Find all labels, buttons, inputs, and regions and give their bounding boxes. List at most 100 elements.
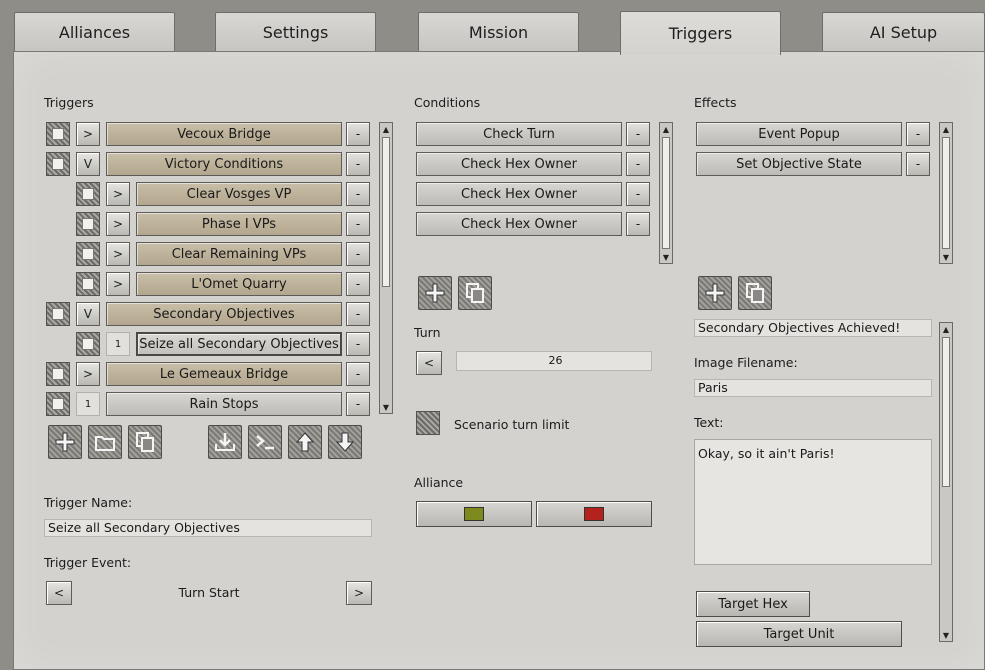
trigger-remove-button[interactable]: - [346,362,370,386]
trigger-checkbox[interactable] [76,182,100,206]
trigger-expand-button[interactable]: > [106,242,130,266]
trigger-row[interactable]: Rain Stops [106,392,342,416]
trigger-checkbox[interactable] [76,272,100,296]
scroll-up-icon[interactable]: ▲ [380,123,392,135]
condition-remove-button[interactable]: - [626,152,650,176]
effects-title: Effects [694,95,737,110]
copy-trigger-button[interactable] [128,425,162,459]
turn-value-input[interactable]: 26 [456,351,652,371]
add-folder-button[interactable] [88,425,122,459]
trigger-remove-button[interactable]: - [346,122,370,146]
effect-row[interactable]: Set Objective State [696,152,902,176]
scroll-up-icon[interactable]: ▲ [940,123,952,135]
trigger-row[interactable]: Phase I VPs [136,212,342,236]
trigger-expand-button[interactable]: > [76,362,100,386]
trigger-collapse-button[interactable]: V [76,152,100,176]
scrollbar-thumb[interactable] [382,137,390,287]
trigger-remove-button[interactable]: - [346,302,370,326]
effect-title-input[interactable]: Secondary Objectives Achieved! [694,319,932,337]
trigger-expand-button[interactable]: > [106,212,130,236]
arrow-down-icon [335,432,355,452]
tab-ai-setup[interactable]: AI Setup [822,12,985,52]
add-effect-button[interactable] [698,276,732,310]
trigger-expand-button[interactable]: > [106,272,130,296]
effect-text-area[interactable]: Okay, so it ain't Paris! [694,439,932,565]
trigger-row[interactable]: Clear Remaining VPs [136,242,342,266]
turn-prev-button[interactable]: < [416,351,442,375]
trigger-remove-button[interactable]: - [346,242,370,266]
effect-details-scrollbar[interactable]: ▲ ▼ [939,322,953,642]
trigger-row-selected[interactable]: Seize all Secondary Objectives [136,332,342,356]
tab-triggers[interactable]: Triggers [620,11,781,55]
console-button[interactable] [248,425,282,459]
target-unit-button[interactable]: Target Unit [696,621,902,647]
trigger-remove-button[interactable]: - [346,392,370,416]
trigger-checkbox[interactable] [46,392,70,416]
trigger-event-prev-button[interactable]: < [46,581,72,605]
scroll-up-icon[interactable]: ▲ [940,323,952,335]
effect-remove-button[interactable]: - [906,122,930,146]
import-trigger-button[interactable] [208,425,242,459]
tab-alliances[interactable]: Alliances [14,12,175,52]
condition-remove-button[interactable]: - [626,182,650,206]
add-condition-button[interactable] [418,276,452,310]
scroll-down-icon[interactable]: ▼ [940,629,952,641]
trigger-row[interactable]: L'Omet Quarry [136,272,342,296]
scrollbar-thumb[interactable] [942,137,950,249]
condition-row[interactable]: Check Hex Owner [416,182,622,206]
trigger-remove-button[interactable]: - [346,152,370,176]
trigger-remove-button[interactable]: - [346,212,370,236]
scroll-down-icon[interactable]: ▼ [380,401,392,413]
trigger-checkbox[interactable] [76,332,100,356]
condition-remove-button[interactable]: - [626,212,650,236]
alliance-2-button[interactable] [536,501,652,527]
condition-row[interactable]: Check Hex Owner [416,212,622,236]
trigger-collapse-button[interactable]: V [76,302,100,326]
trigger-remove-button[interactable]: - [346,182,370,206]
trigger-checkbox[interactable] [76,242,100,266]
target-hex-button[interactable]: Target Hex [696,591,810,617]
move-down-button[interactable] [328,425,362,459]
scroll-up-icon[interactable]: ▲ [660,123,672,135]
condition-remove-button[interactable]: - [626,122,650,146]
effect-remove-button[interactable]: - [906,152,930,176]
trigger-checkbox[interactable] [46,362,70,386]
conditions-scrollbar[interactable]: ▲ ▼ [659,122,673,264]
image-filename-label: Image Filename: [694,355,798,370]
trigger-checkbox[interactable] [46,302,70,326]
copy-effect-button[interactable] [738,276,772,310]
tab-settings[interactable]: Settings [215,12,376,52]
triggers-scrollbar[interactable]: ▲ ▼ [379,122,393,414]
scrollbar-thumb[interactable] [942,337,950,487]
scroll-down-icon[interactable]: ▼ [660,251,672,263]
condition-row[interactable]: Check Hex Owner [416,152,622,176]
trigger-expand-button[interactable]: > [76,122,100,146]
trigger-event-next-button[interactable]: > [346,581,372,605]
trigger-remove-button[interactable]: - [346,272,370,296]
tab-mission[interactable]: Mission [418,12,579,52]
scenario-turn-limit-checkbox[interactable] [416,411,440,435]
effect-row[interactable]: Event Popup [696,122,902,146]
image-filename-input[interactable]: Paris [694,379,932,397]
trigger-checkbox[interactable] [76,212,100,236]
move-up-button[interactable] [288,425,322,459]
condition-row[interactable]: Check Turn [416,122,622,146]
trigger-name-input[interactable]: Seize all Secondary Objectives [44,519,372,537]
trigger-row[interactable]: Le Gemeaux Bridge [106,362,342,386]
trigger-row[interactable]: Clear Vosges VP [136,182,342,206]
effects-scrollbar[interactable]: ▲ ▼ [939,122,953,264]
trigger-row[interactable]: Victory Conditions [106,152,342,176]
trigger-event-value: Turn Start [178,585,240,600]
trigger-row[interactable]: Secondary Objectives [106,302,342,326]
alliance-1-button[interactable] [416,501,532,527]
scrollbar-thumb[interactable] [662,137,670,249]
trigger-checkbox[interactable] [46,122,70,146]
scroll-down-icon[interactable]: ▼ [940,251,952,263]
trigger-row[interactable]: Vecoux Bridge [106,122,342,146]
trigger-checkbox[interactable] [46,152,70,176]
copy-icon [136,432,154,452]
trigger-remove-button[interactable]: - [346,332,370,356]
trigger-expand-button[interactable]: > [106,182,130,206]
copy-condition-button[interactable] [458,276,492,310]
add-trigger-button[interactable] [48,425,82,459]
